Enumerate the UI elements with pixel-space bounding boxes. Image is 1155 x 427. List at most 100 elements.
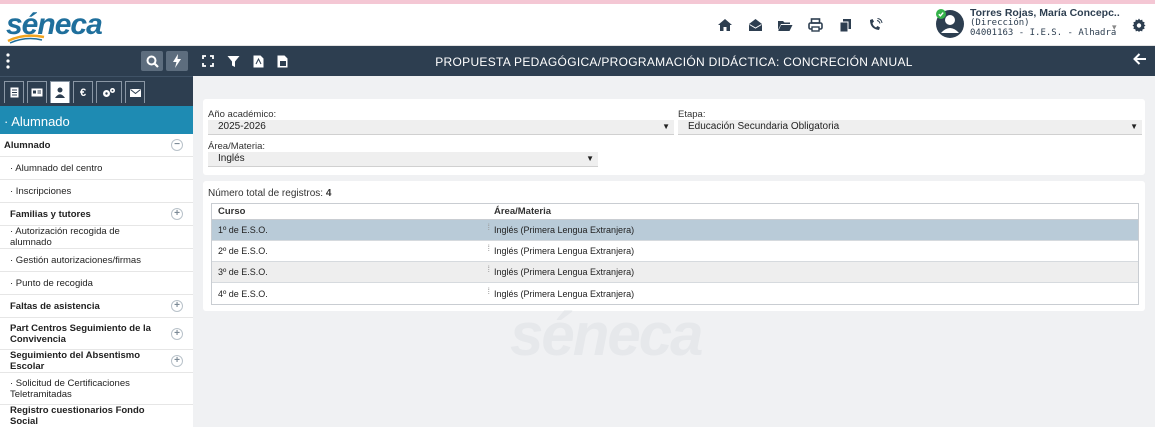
- expand-icon[interactable]: +: [171, 355, 183, 367]
- sidebar-item-label: · Alumnado del centro: [10, 162, 103, 174]
- year-value: 2025-2026: [218, 121, 266, 132]
- sidebar-item-label: · Inscripciones: [10, 185, 72, 197]
- cell-materia: Inglés (Primera Lengua Extranjera): [494, 288, 635, 299]
- search-button[interactable]: [141, 51, 163, 71]
- chevron-down-icon: ▼: [1130, 122, 1138, 131]
- record-count-value: 4: [325, 188, 332, 199]
- column-resize-handle[interactable]: ⁞: [487, 264, 490, 274]
- lightning-icon: [173, 54, 181, 68]
- user-role: (Dirección): [970, 18, 1030, 28]
- sidebar-group-fondo-social[interactable]: Registro cuestionarios Fondo Social: [0, 405, 193, 427]
- sidebar-item-label: · Autorización recogida de alumnado: [10, 226, 120, 248]
- chevron-down-icon[interactable]: ▾: [1112, 22, 1117, 33]
- print-icon[interactable]: [800, 12, 830, 38]
- column-header-curso[interactable]: Curso: [212, 206, 490, 217]
- seneca-watermark: séneca: [510, 301, 703, 368]
- sidebar-group-convivencia[interactable]: Part Centros Seguimiento de la Convivenc…: [0, 318, 193, 350]
- tab-finance[interactable]: €: [73, 81, 93, 103]
- year-select[interactable]: 2025-2026 ▼: [208, 120, 674, 135]
- results-panel: Número total de registros: 4 Curso Área/…: [203, 181, 1145, 311]
- sidebar-item-label: Faltas de asistencia: [10, 300, 100, 312]
- subject-label: Área/Materia:: [208, 141, 266, 152]
- sidebar-item-autorizacion-recogida[interactable]: · Autorización recogida de alumnado: [0, 226, 193, 249]
- back-arrow-icon[interactable]: [1133, 52, 1147, 69]
- vertical-dots-icon[interactable]: [6, 53, 10, 72]
- subject-value: Inglés: [218, 153, 245, 164]
- main-toolbar: PROPUESTA PEDAGÓGICA/PROGRAMACIÓN DIDÁCT…: [193, 46, 1155, 76]
- column-resize-handle[interactable]: ⁞: [487, 222, 490, 232]
- pdf-icon[interactable]: [249, 52, 267, 70]
- table-row[interactable]: 3º de E.S.O. ⁞ Inglés (Primera Lengua Ext…: [212, 262, 1138, 283]
- record-count-label: Número total de registros:: [208, 188, 324, 199]
- folder-open-icon[interactable]: [770, 12, 800, 38]
- cell-materia: Inglés (Primera Lengua Extranjera): [494, 267, 635, 277]
- tab-students[interactable]: [50, 81, 70, 103]
- cell-curso: 2º de E.S.O.: [218, 246, 268, 256]
- year-label: Año académico:: [208, 109, 277, 120]
- sidebar-item-gestion-autorizaciones[interactable]: · Gestión autorizaciones/firmas: [0, 249, 193, 272]
- tab-settings[interactable]: [96, 81, 122, 103]
- gear-icon[interactable]: [1128, 14, 1150, 36]
- user-avatar[interactable]: [934, 8, 966, 40]
- id-card-icon: [31, 88, 43, 97]
- copy-icon[interactable]: [830, 12, 860, 38]
- table-row[interactable]: 2º de E.S.O. ⁞ Inglés (Primera Lengua Ext…: [212, 241, 1138, 262]
- sidebar-section-title: · Alumnado: [0, 106, 193, 134]
- gears-icon: [103, 88, 115, 97]
- sidebar-item-alumnado-centro[interactable]: · Alumnado del centro: [0, 157, 193, 180]
- export-document-icon[interactable]: [273, 52, 291, 70]
- stage-select[interactable]: Educación Secundaria Obligatoria ▼: [678, 120, 1142, 135]
- tab-messages[interactable]: [125, 81, 145, 103]
- sidebar-group-absentismo[interactable]: Seguimiento del Absentismo Escolar +: [0, 350, 193, 373]
- header-icon-bar: [710, 12, 890, 38]
- seneca-logo[interactable]: séneca: [6, 6, 103, 44]
- cell-materia: Inglés (Primera Lengua Extranjera): [494, 225, 635, 235]
- sidebar-item-inscripciones[interactable]: · Inscripciones: [0, 180, 193, 203]
- sidebar-group-faltas[interactable]: Faltas de asistencia +: [0, 295, 193, 318]
- sidebar-item-label: · Gestión autorizaciones/firmas: [10, 254, 141, 266]
- search-icon: [146, 55, 159, 68]
- subject-select[interactable]: Inglés ▼: [208, 152, 598, 167]
- filter-panel: Año académico: 2025-2026 ▼ Etapa: Educac…: [203, 99, 1145, 175]
- sidebar-item-label: Part Centros Seguimiento de la Convivenc…: [10, 322, 151, 345]
- filter-icon[interactable]: [224, 52, 242, 70]
- envelope-icon: [129, 88, 141, 97]
- collapse-icon[interactable]: −: [171, 139, 183, 151]
- sidebar-item-label: Familias y tutores: [10, 208, 91, 220]
- column-header-materia[interactable]: Área/Materia: [490, 206, 1138, 217]
- cell-curso: 4º de E.S.O.: [218, 288, 268, 299]
- phone-icon[interactable]: [860, 12, 890, 38]
- sidebar-item-certificaciones[interactable]: · Solicitud de Certificaciones Teletrami…: [0, 373, 193, 405]
- expand-icon[interactable]: [199, 52, 217, 70]
- sidebar-item-punto-recogida[interactable]: · Punto de recogida: [0, 272, 193, 295]
- sidebar-toolbar: [0, 46, 193, 76]
- chevron-down-icon: ▼: [662, 122, 670, 131]
- stage-label: Etapa:: [678, 109, 706, 120]
- sidebar-tabs: €: [0, 76, 193, 106]
- column-resize-handle[interactable]: ⁞: [487, 243, 490, 253]
- students-icon: [55, 87, 65, 98]
- cell-curso: 1º de E.S.O.: [218, 225, 268, 235]
- table-row[interactable]: 1º de E.S.O. ⁞ Inglés (Primera Lengua Ext…: [212, 220, 1138, 241]
- document-icon: [10, 87, 18, 98]
- sidebar-item-label: · Solicitud de Certificaciones Teletrami…: [10, 377, 130, 400]
- expand-icon[interactable]: +: [171, 327, 183, 340]
- sidebar-group-alumnado[interactable]: Alumnado −: [0, 134, 193, 157]
- app-header: séneca Torres Rojas, María Concepc... (D…: [0, 4, 1155, 46]
- tab-documents[interactable]: [4, 81, 24, 103]
- column-resize-handle[interactable]: ⁞: [487, 286, 490, 296]
- user-info[interactable]: Torres Rojas, María Concepc... (Direcció…: [970, 8, 1120, 38]
- expand-icon[interactable]: +: [171, 300, 183, 312]
- euro-icon: €: [79, 86, 87, 99]
- chevron-down-icon: ▼: [586, 154, 594, 163]
- cell-curso: 3º de E.S.O.: [218, 267, 268, 277]
- expand-icon[interactable]: +: [171, 208, 183, 220]
- tab-id-card[interactable]: [27, 81, 47, 103]
- user-center: 04001163 - I.E.S. - Alhadra (...: [970, 28, 1120, 38]
- sidebar-item-label: · Punto de recogida: [10, 277, 93, 289]
- cell-materia: Inglés (Primera Lengua Extranjera): [494, 246, 635, 256]
- home-icon[interactable]: [710, 12, 740, 38]
- sidebar-group-familias[interactable]: Familias y tutores +: [0, 203, 193, 226]
- quick-access-button[interactable]: [166, 51, 188, 71]
- envelope-open-icon[interactable]: [740, 12, 770, 38]
